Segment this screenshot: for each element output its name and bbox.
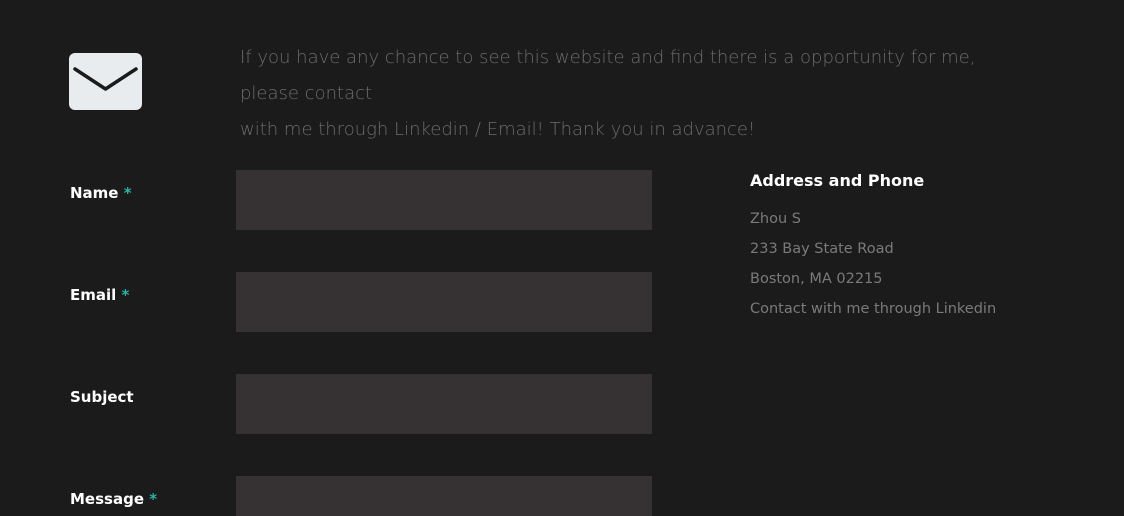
name-label-text: Name [70, 184, 119, 202]
intro-line-1: If you have any chance to see this websi… [240, 47, 976, 104]
contact-page: If you have any chance to see this websi… [0, 0, 1124, 516]
email-label: Email * [70, 286, 129, 304]
address-heading: Address and Phone [750, 171, 925, 190]
email-input[interactable] [236, 272, 652, 332]
message-label: Message * [70, 490, 157, 508]
email-label-text: Email [70, 286, 117, 304]
subject-label: Subject [70, 388, 134, 406]
address-block: Address and Phone Zhou S 233 Bay State R… [750, 171, 1090, 324]
address-name: Zhou S [750, 211, 801, 227]
address-street: 233 Bay State Road [750, 241, 894, 257]
subject-label-text: Subject [70, 388, 134, 406]
address-contact-note: Contact with me through Linkedin [750, 301, 997, 317]
name-label: Name * [70, 184, 132, 202]
intro-line-2: with me through Linkedin / Email! Thank … [240, 119, 756, 140]
envelope-icon [69, 53, 142, 110]
message-label-text: Message [70, 490, 144, 508]
required-marker: * [123, 184, 132, 202]
address-city: Boston, MA 02215 [750, 271, 883, 287]
subject-input[interactable] [236, 374, 652, 434]
name-input[interactable] [236, 170, 652, 230]
required-marker: * [149, 490, 158, 508]
required-marker: * [121, 286, 130, 304]
intro-text: If you have any chance to see this websi… [240, 40, 1040, 148]
message-input[interactable] [236, 476, 652, 516]
